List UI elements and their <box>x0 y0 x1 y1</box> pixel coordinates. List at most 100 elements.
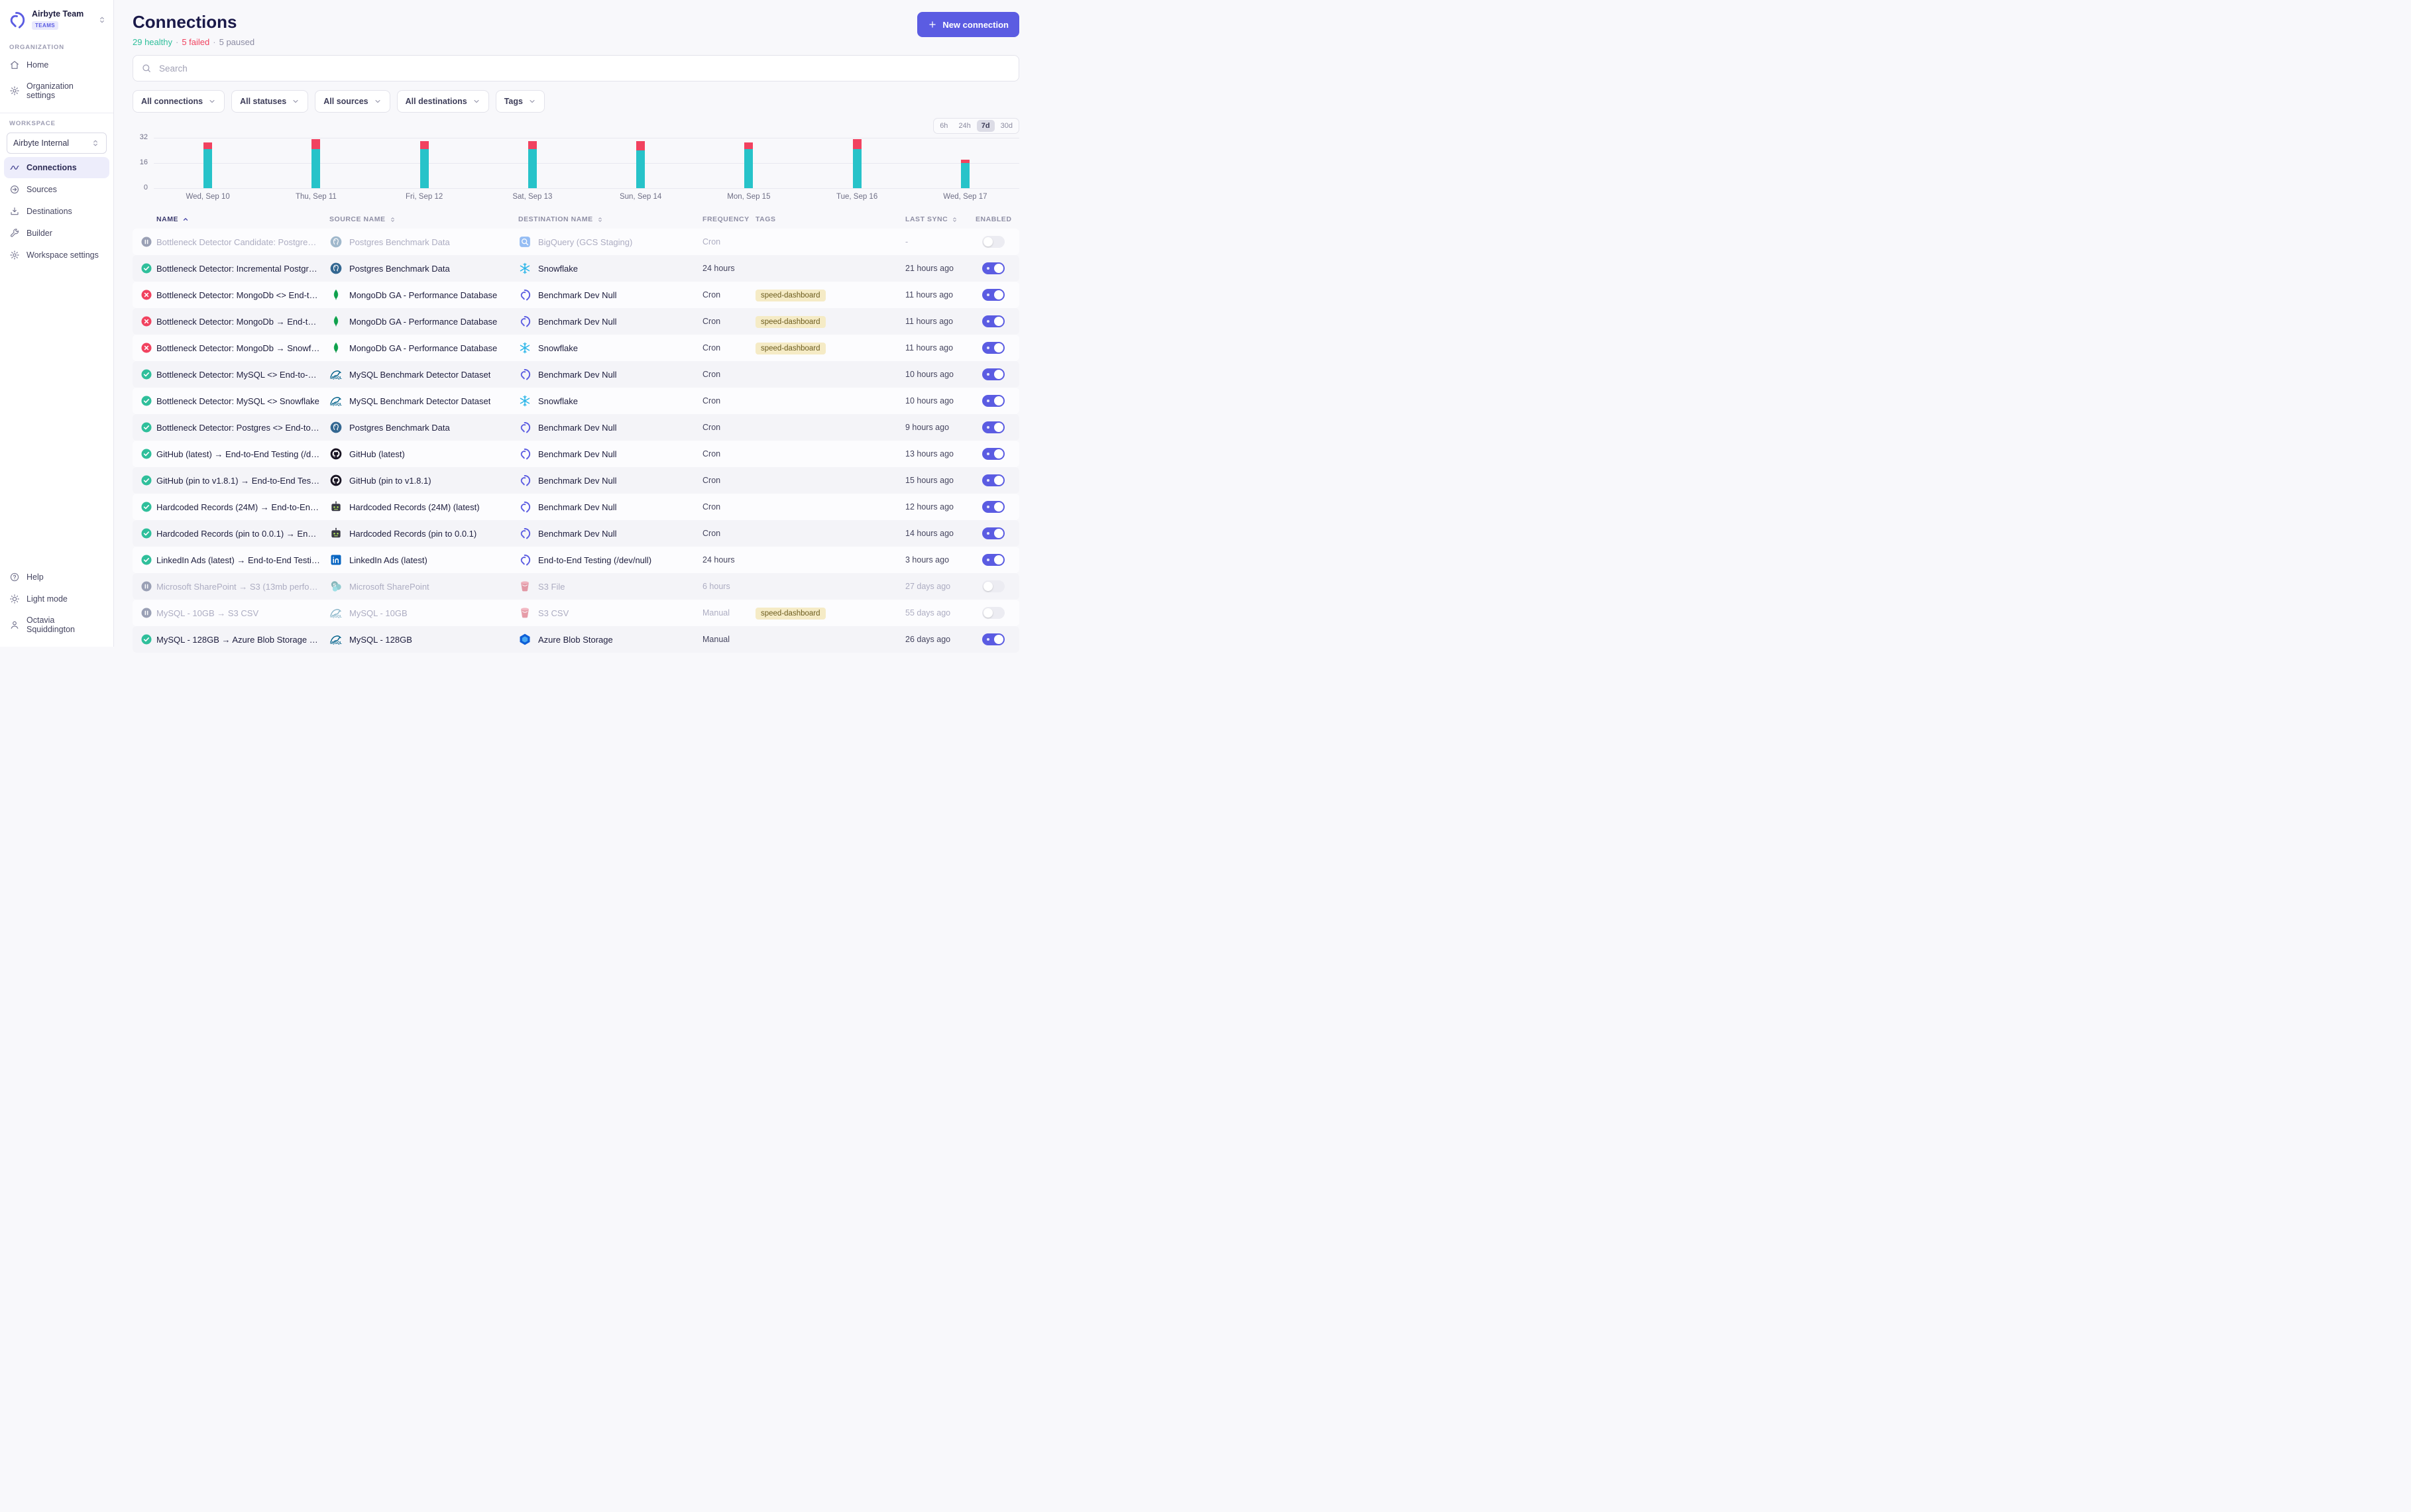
chart-bar-group[interactable] <box>478 138 587 188</box>
enabled-toggle[interactable] <box>982 421 1005 433</box>
filter-dropdown-all-statuses[interactable]: All statuses <box>231 90 308 113</box>
last-sync: 9 hours ago <box>905 423 976 432</box>
table-row[interactable]: Bottleneck Detector: Incremental Postgre… <box>133 255 1019 282</box>
filter-dropdown-all-connections[interactable]: All connections <box>133 90 225 113</box>
range-option-24h[interactable]: 24h <box>954 120 975 132</box>
airbyte-icon <box>518 288 532 301</box>
sidebar-item-sources[interactable]: Sources <box>4 179 109 200</box>
table-row[interactable]: Bottleneck Detector: MongoDb <> End-to-E… <box>133 282 1019 308</box>
table-row[interactable]: LinkedIn Ads (latest) → End-to-End Testi… <box>133 547 1019 573</box>
airbyte-icon <box>518 421 532 434</box>
range-option-30d[interactable]: 30d <box>996 120 1017 132</box>
enabled-toggle[interactable] <box>982 448 1005 460</box>
filter-dropdown-all-destinations[interactable]: All destinations <box>397 90 489 113</box>
table-row[interactable]: MySQL - 10GB → S3 CSVMySQLMySQL - 10GBS3… <box>133 600 1019 626</box>
search-input[interactable] <box>158 63 1011 74</box>
enabled-toggle[interactable] <box>982 262 1005 274</box>
frequency: Cron <box>702 529 756 538</box>
sidebar-item-light-mode[interactable]: Light mode <box>4 588 109 610</box>
status-cell <box>140 368 156 380</box>
table-row[interactable]: Bottleneck Detector: MySQL <> SnowflakeM… <box>133 388 1019 414</box>
chart-bar-group[interactable] <box>803 138 911 188</box>
search-icon <box>141 63 152 74</box>
snowflake-icon <box>518 341 532 354</box>
table-row[interactable]: Bottleneck Detector: MySQL <> End-to-End… <box>133 361 1019 388</box>
table-row[interactable]: GitHub (latest) → End-to-End Testing (/d… <box>133 441 1019 467</box>
table-row[interactable]: MySQL - 128GB → Azure Blob Storage JSOn … <box>133 626 1019 653</box>
tags-cell: speed-dashboard <box>756 607 905 620</box>
chart-bar-group[interactable] <box>370 138 478 188</box>
column-header-name[interactable]: NAME <box>156 215 329 223</box>
enabled-toggle[interactable] <box>982 315 1005 327</box>
last-sync: - <box>905 237 976 246</box>
workspace-selector[interactable]: Airbyte Internal <box>7 133 107 154</box>
y-tick-label: 0 <box>144 184 148 191</box>
table-row[interactable]: GitHub (pin to v1.8.1) → End-to-End Test… <box>133 467 1019 494</box>
sidebar-item-organization-settings[interactable]: Organization settings <box>4 76 109 105</box>
sidebar-item-octavia-squiddington[interactable]: Octavia Squiddington <box>4 610 109 639</box>
enabled-toggle[interactable] <box>982 474 1005 486</box>
chart-bar-group[interactable] <box>695 138 803 188</box>
enabled-toggle[interactable] <box>982 554 1005 566</box>
sidebar-item-destinations[interactable]: Destinations <box>4 201 109 222</box>
airbyte-icon <box>518 315 532 328</box>
enabled-toggle[interactable] <box>982 368 1005 380</box>
toggle-dot <box>987 638 989 641</box>
enabled-toggle[interactable] <box>982 395 1005 407</box>
connection-name: Bottleneck Detector: MySQL <> End-to-End… <box>156 370 329 380</box>
table-header: NAMESOURCE NAMEDESTINATION NAMEFREQUENCY… <box>133 209 1019 229</box>
column-label: ENABLED <box>976 215 1011 223</box>
sidebar-item-connections[interactable]: Connections <box>4 157 109 178</box>
table-row[interactable]: Microsoft SharePoint → S3 (13mb performa… <box>133 573 1019 600</box>
sidebar-item-workspace-settings[interactable]: Workspace settings <box>4 244 109 266</box>
destination-cell: Benchmark Dev Null <box>518 288 702 301</box>
mongodb-icon <box>329 341 343 354</box>
enabled-toggle[interactable] <box>982 236 1005 248</box>
new-connection-button[interactable]: New connection <box>917 12 1019 37</box>
destination-name: Benchmark Dev Null <box>538 529 617 539</box>
column-header-destination-name[interactable]: DESTINATION NAME <box>518 215 702 223</box>
status-cell <box>140 554 156 566</box>
last-sync: 3 hours ago <box>905 555 976 565</box>
source-name: Microsoft SharePoint <box>349 582 429 592</box>
range-option-7d[interactable]: 7d <box>977 120 995 132</box>
enabled-toggle[interactable] <box>982 342 1005 354</box>
chart-bar-group[interactable] <box>262 138 370 188</box>
range-row: 6h24h7d30d <box>133 118 1019 134</box>
airbyte-logo-icon <box>7 10 27 30</box>
range-option-6h[interactable]: 6h <box>935 120 952 132</box>
enabled-toggle[interactable] <box>982 607 1005 619</box>
sidebar-item-builder[interactable]: Builder <box>4 223 109 244</box>
table-row[interactable]: Bottleneck Detector Candidate: Postgres … <box>133 229 1019 255</box>
filter-dropdown-tags[interactable]: Tags <box>496 90 545 113</box>
enabled-toggle[interactable] <box>982 527 1005 539</box>
frequency: Cron <box>702 502 756 512</box>
enabled-toggle[interactable] <box>982 501 1005 513</box>
bar-segment-healthy <box>203 149 212 188</box>
enabled-toggle[interactable] <box>982 580 1005 592</box>
connection-name: Hardcoded Records (pin to 0.0.1) → End-t… <box>156 529 329 539</box>
destination-name: S3 CSV <box>538 608 569 618</box>
new-connection-label: New connection <box>942 20 1009 30</box>
chevron-down-icon <box>528 97 536 105</box>
enabled-toggle[interactable] <box>982 289 1005 301</box>
sidebar-item-home[interactable]: Home <box>4 54 109 76</box>
x-tick-label: Sun, Sep 14 <box>587 188 695 201</box>
chart-bar-group[interactable] <box>587 138 695 188</box>
table-row[interactable]: Bottleneck Detector: Postgres <> End-to-… <box>133 414 1019 441</box>
x-tick-label: Tue, Sep 16 <box>803 188 911 201</box>
table-row[interactable]: Bottleneck Detector: MongoDb → Snowflake… <box>133 335 1019 361</box>
column-header-last-sync[interactable]: LAST SYNC <box>905 215 976 223</box>
table-row[interactable]: Hardcoded Records (pin to 0.0.1) → End-t… <box>133 520 1019 547</box>
toggle-knob <box>994 290 1003 299</box>
chart-bar-group[interactable] <box>154 138 262 188</box>
enabled-toggle[interactable] <box>982 633 1005 645</box>
table-row[interactable]: Hardcoded Records (24M) → End-to-End Te.… <box>133 494 1019 520</box>
filter-dropdown-all-sources[interactable]: All sources <box>315 90 390 113</box>
org-switcher[interactable]: Airbyte Team TEAMS <box>0 8 113 37</box>
chart-bar-group[interactable] <box>911 138 1019 188</box>
chart-x-axis: Wed, Sep 10Thu, Sep 11Fri, Sep 12Sat, Se… <box>154 188 1019 201</box>
table-row[interactable]: Bottleneck Detector: MongoDb → End-to-En… <box>133 308 1019 335</box>
column-header-source-name[interactable]: SOURCE NAME <box>329 215 518 223</box>
sidebar-item-help[interactable]: Help <box>4 567 109 588</box>
